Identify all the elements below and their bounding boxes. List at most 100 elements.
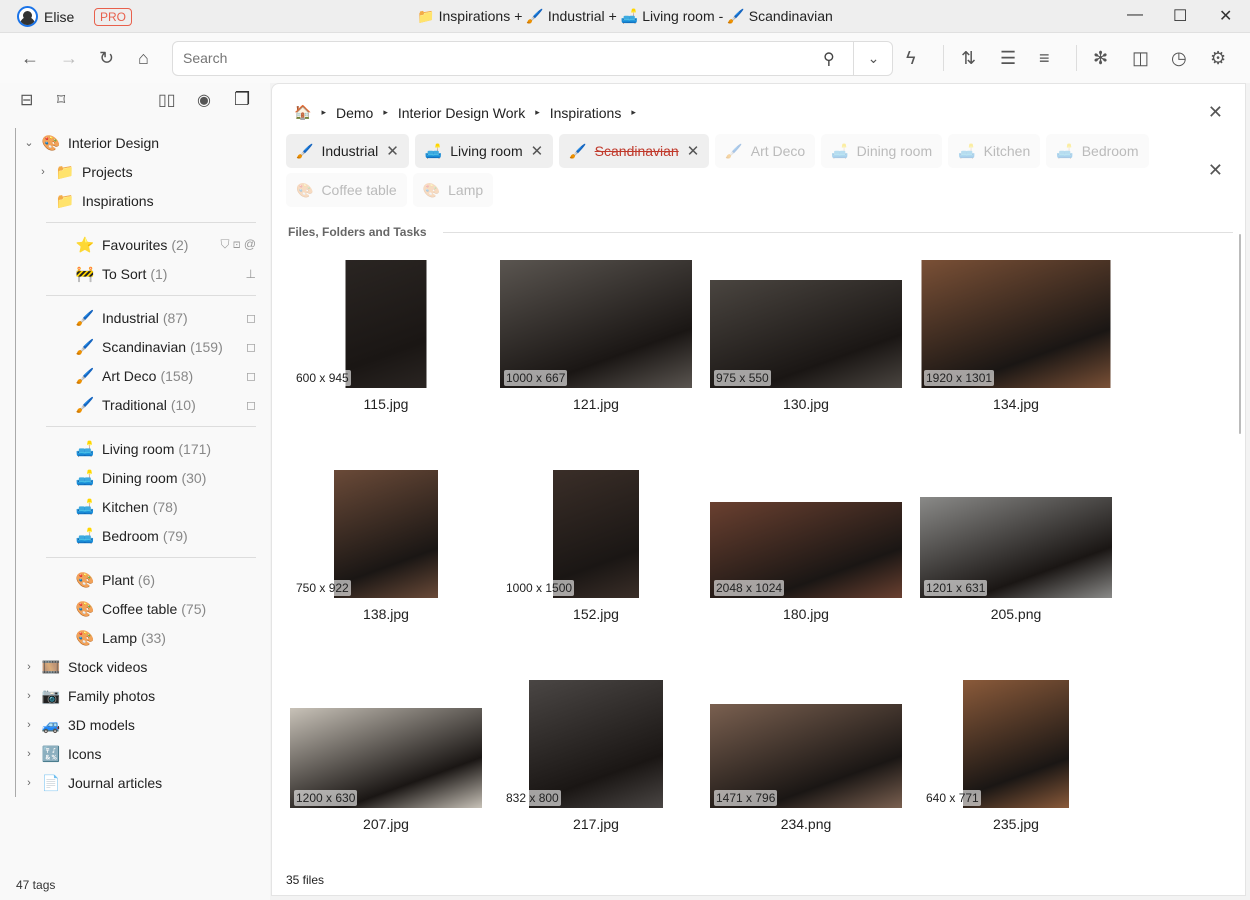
tree-item-room[interactable]: 🛋️ Living room (171) — [16, 434, 270, 463]
tree-item-interior-design[interactable]: ⌄ 🎨 Interior Design — [16, 128, 270, 157]
align-icon[interactable]: ≡ — [1039, 48, 1050, 68]
filter-chip[interactable]: 🖌️ Scandinavian ✕ — [559, 134, 710, 168]
file-item[interactable]: 1000 x 667 121.jpg — [491, 260, 701, 470]
tree-item-collection[interactable]: › 🚙 3D models — [16, 710, 270, 739]
thumbnail-image[interactable] — [921, 260, 1111, 388]
scrollbar[interactable] — [1239, 234, 1241, 434]
file-item[interactable]: 832 x 800 217.jpg — [491, 680, 701, 890]
chevron-icon[interactable]: › — [22, 748, 36, 760]
forward-icon[interactable]: → — [60, 48, 78, 68]
settings-gear-icon[interactable]: ⚙ — [1210, 48, 1226, 68]
image-dimensions: 975 x 550 — [714, 370, 771, 386]
tree-item-style[interactable]: 🖌️ Art Deco (158) ◻ — [16, 361, 270, 390]
chevron-icon[interactable]: › — [22, 719, 36, 731]
copy-icon[interactable]: ❐ — [234, 89, 250, 109]
history-icon[interactable]: ◷ — [1171, 48, 1187, 68]
file-item[interactable]: 975 x 550 130.jpg — [701, 260, 911, 470]
tree-item-room[interactable]: 🛋️ Kitchen (78) — [16, 492, 270, 521]
tree-item-style[interactable]: 🖌️ Scandinavian (159) ◻ — [16, 332, 270, 361]
note-icon[interactable]: ◻ — [246, 340, 256, 354]
remove-chip-icon[interactable]: ✕ — [531, 142, 544, 160]
clear-filters-icon[interactable]: ✕ — [1208, 160, 1223, 181]
thumbnail-image[interactable] — [500, 260, 692, 388]
search-input[interactable] — [183, 50, 823, 66]
tree-item-special[interactable]: 🚧 To Sort (1) ⊥ — [16, 259, 270, 288]
file-item[interactable]: 1200 x 630 207.jpg — [281, 680, 491, 890]
file-item[interactable]: 1201 x 631 205.png — [911, 470, 1121, 680]
tree-item-style[interactable]: 🖌️ Traditional (10) ◻ — [16, 390, 270, 419]
breadcrumb-item[interactable]: Interior Design Work — [398, 105, 525, 121]
hierarchy-icon[interactable]: ⊥ — [246, 267, 256, 281]
tree-item-collection[interactable]: › 🔣 Icons — [16, 739, 270, 768]
tree-item-collection[interactable]: › 📄 Journal articles — [16, 768, 270, 797]
title-operator: + — [608, 8, 617, 24]
refresh-icon[interactable]: ↻ — [99, 48, 114, 68]
archive-icon[interactable]: ⊟ — [20, 91, 33, 111]
chevron-icon[interactable]: › — [22, 690, 36, 702]
lightning-icon[interactable]: ϟ — [906, 48, 916, 68]
tag-icon[interactable]: ⌑ — [57, 91, 65, 111]
home-icon[interactable]: ⌂ — [138, 48, 149, 68]
favourite-actions-icons[interactable]: ⛉ ⊡ @ — [221, 237, 256, 252]
breadcrumb-item[interactable]: Demo — [336, 105, 373, 121]
close-breadcrumb-icon[interactable]: ✕ — [1208, 102, 1223, 123]
car-icon: 🚙 — [41, 716, 61, 734]
file-item[interactable]: 640 x 771 235.jpg — [911, 680, 1121, 890]
tree-item-folder[interactable]: › 📁 Projects — [16, 157, 270, 186]
remove-chip-icon[interactable]: ✕ — [687, 142, 700, 160]
eye-icon[interactable]: ◉ — [197, 91, 211, 111]
search-icon[interactable]: ⚲ — [823, 49, 835, 69]
thumbnail-image[interactable] — [334, 470, 438, 598]
panel-icon[interactable]: ◫ — [1132, 48, 1149, 68]
graph-icon[interactable]: ✻ — [1093, 48, 1108, 68]
filter-chip[interactable]: 🎨 Coffee table — [286, 173, 407, 207]
thumbnail-image[interactable] — [553, 470, 639, 598]
tree-item-folder[interactable]: 📁 Inspirations — [16, 186, 270, 215]
breadcrumb-item[interactable]: Inspirations — [550, 105, 622, 121]
filter-chip[interactable]: 🎨 Lamp — [412, 173, 494, 207]
close-window-button[interactable]: ✕ — [1219, 6, 1232, 26]
columns-icon[interactable]: ▯▯ — [158, 91, 176, 111]
thumbnail-image[interactable] — [529, 680, 663, 808]
home-icon[interactable]: 🏠 — [294, 104, 311, 121]
chevron-icon[interactable]: ⌄ — [22, 136, 36, 149]
sort-icon[interactable]: ⇅ — [961, 48, 976, 68]
note-icon[interactable]: ◻ — [246, 311, 256, 325]
tree-item-collection[interactable]: › 📷 Family photos — [16, 681, 270, 710]
filter-chip[interactable]: 🛋️ Dining room — [821, 134, 943, 168]
file-item[interactable]: 2048 x 1024 180.jpg — [701, 470, 911, 680]
tree-item-object[interactable]: 🎨 Plant (6) — [16, 565, 270, 594]
tree-item-special[interactable]: ⭐ Favourites (2) ⛉ ⊡ @ — [16, 230, 270, 259]
tree-item-room[interactable]: 🛋️ Bedroom (79) — [16, 521, 270, 550]
breadcrumb-arrow-icon[interactable]: ▸ — [631, 107, 636, 118]
thumbnail-image[interactable] — [345, 260, 427, 388]
note-icon[interactable]: ◻ — [246, 398, 256, 412]
filter-chip[interactable]: 🖌️ Art Deco — [715, 134, 816, 168]
file-item[interactable]: 750 x 922 138.jpg — [281, 470, 491, 680]
tree-item-object[interactable]: 🎨 Coffee table (75) — [16, 594, 270, 623]
note-icon[interactable]: ◻ — [246, 369, 256, 383]
tree-item-object[interactable]: 🎨 Lamp (33) — [16, 623, 270, 652]
tree-item-style[interactable]: 🖌️ Industrial (87) ◻ — [16, 303, 270, 332]
remove-chip-icon[interactable]: ✕ — [386, 142, 399, 160]
maximize-button[interactable]: ☐ — [1173, 6, 1187, 26]
tree-item-collection[interactable]: › 🎞️ Stock videos — [16, 652, 270, 681]
file-item[interactable]: 600 x 945 115.jpg — [281, 260, 491, 470]
checklist-icon[interactable]: ☰ — [1000, 48, 1016, 68]
tree-item-special-label: Favourites — [102, 236, 168, 253]
chevron-icon[interactable]: › — [22, 661, 36, 673]
file-item[interactable]: 1000 x 1500 152.jpg — [491, 470, 701, 680]
thumbnail-image[interactable] — [963, 680, 1069, 808]
search-dropdown-chevron-icon[interactable]: ⌄ — [853, 42, 893, 75]
filter-chip[interactable]: 🛋️ Living room ✕ — [414, 134, 554, 168]
file-item[interactable]: 1471 x 796 234.png — [701, 680, 911, 890]
filter-chip[interactable]: 🛋️ Bedroom — [1046, 134, 1149, 168]
back-icon[interactable]: ← — [21, 48, 39, 68]
file-item[interactable]: 1920 x 1301 134.jpg — [911, 260, 1121, 470]
tree-item-room[interactable]: 🛋️ Dining room (30) — [16, 463, 270, 492]
filter-chip[interactable]: 🖌️ Industrial ✕ — [286, 134, 409, 168]
minimize-button[interactable]: — — [1127, 6, 1143, 24]
chevron-icon[interactable]: › — [36, 166, 50, 178]
filter-chip[interactable]: 🛋️ Kitchen — [948, 134, 1041, 168]
chevron-icon[interactable]: › — [22, 777, 36, 789]
